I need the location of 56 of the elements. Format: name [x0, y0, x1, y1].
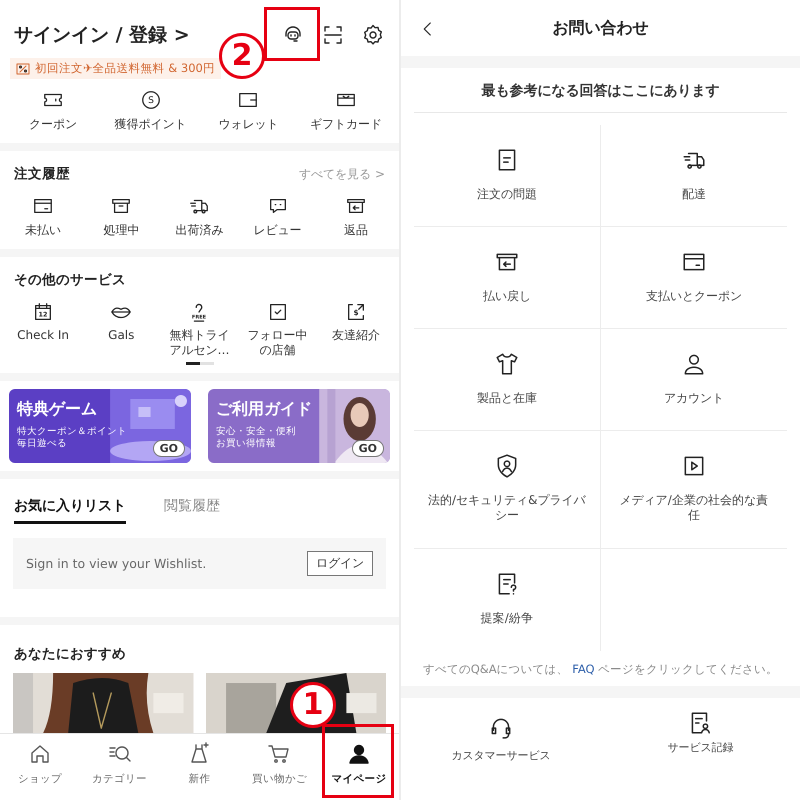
- help-topic[interactable]: 製品と在庫: [414, 329, 600, 431]
- section-title: 最も参考になる回答はここにあります: [414, 68, 787, 113]
- help-topic[interactable]: 払い戻し: [414, 227, 600, 329]
- section-title: その他のサービス: [14, 271, 126, 289]
- coin-icon: S: [140, 89, 162, 111]
- help-topic[interactable]: 注文の問題: [414, 125, 600, 227]
- faq-link[interactable]: FAQ: [572, 662, 595, 676]
- banner-text: 安心・安全・便利: [216, 426, 296, 438]
- service-item[interactable]: フォロー中の店舗: [242, 301, 313, 358]
- nav-tab[interactable]: マイページ: [323, 734, 396, 800]
- help-topic[interactable]: アカウント: [600, 329, 787, 431]
- nav-tab[interactable]: 新作: [163, 734, 236, 800]
- wishlist-message: Sign in to view your Wishlist.: [26, 556, 206, 571]
- shirt-icon: [494, 351, 520, 377]
- nav-tab[interactable]: ショップ: [4, 734, 76, 800]
- banner-text: 毎日遊べる: [17, 438, 67, 450]
- service-item[interactable]: Gals: [86, 301, 156, 343]
- discount-icon: [16, 62, 30, 74]
- section-title: あなたにおすすめ: [14, 645, 126, 663]
- step-marker: 2: [219, 33, 265, 79]
- support-option[interactable]: サービス記録: [625, 710, 776, 763]
- settings-icon[interactable]: [361, 23, 385, 47]
- service-item[interactable]: $ 友達紹介: [320, 301, 391, 343]
- order-status-item[interactable]: 返品: [320, 195, 391, 239]
- order-status-item[interactable]: 処理中: [86, 195, 156, 239]
- faq-note: すべてのQ&Aについては、 FAQ ページをクリックしてください。: [422, 661, 780, 678]
- page-title: お問い合わせ: [552, 18, 648, 38]
- promo-banner[interactable]: ご利用ガイド 安心・安全・便利 お買い得情報 GO: [208, 389, 390, 463]
- support-option[interactable]: カスタマーサービス: [426, 714, 576, 763]
- banner-text: お買い得情報: [216, 438, 276, 450]
- sign-in-title[interactable]: サインイン / 登録 >: [14, 22, 190, 48]
- highlight-frame: [264, 7, 320, 61]
- help-topic[interactable]: 提案/紛争: [414, 549, 600, 651]
- wallet-item[interactable]: ギフトカード: [308, 89, 384, 133]
- help-topic[interactable]: メディア/企業の社会的な責任: [600, 431, 787, 549]
- banner-title: 特典ゲーム: [17, 399, 98, 420]
- nav-tab[interactable]: カテゴリー: [84, 734, 156, 800]
- banner-title: ご利用ガイド: [216, 399, 313, 420]
- promo-banner[interactable]: 特典ゲーム 特大クーポン＆ポイント 毎日遊べる GO: [9, 389, 191, 463]
- banner-text: 特大クーポン＆ポイント: [17, 426, 127, 438]
- tab[interactable]: 閲覧履歴: [164, 497, 220, 524]
- help-topic[interactable]: 法的/セキュリティ&プライバシー: [414, 431, 600, 549]
- wallet-item[interactable]: S 獲得ポイント: [112, 89, 189, 133]
- wallet-item[interactable]: クーポン: [14, 89, 91, 133]
- order-status-item[interactable]: レビュー: [242, 195, 313, 239]
- help-topic[interactable]: 配達: [600, 125, 787, 227]
- order-status-item[interactable]: 未払い: [8, 195, 78, 239]
- help-topic[interactable]: 支払いとクーポン: [600, 227, 787, 329]
- tab[interactable]: お気に入りリスト: [14, 497, 126, 524]
- wallet-item[interactable]: ウォレット: [210, 89, 286, 133]
- promo-text: 初回注文✈全品送料無料 & 300円: [35, 61, 215, 76]
- login-button[interactable]: ログイン: [307, 551, 373, 576]
- section-title: 注文履歴: [14, 165, 70, 183]
- nav-tab[interactable]: 買い物かご: [243, 734, 316, 800]
- person-icon: [347, 742, 372, 766]
- order-status-item[interactable]: 出荷済み: [164, 195, 234, 239]
